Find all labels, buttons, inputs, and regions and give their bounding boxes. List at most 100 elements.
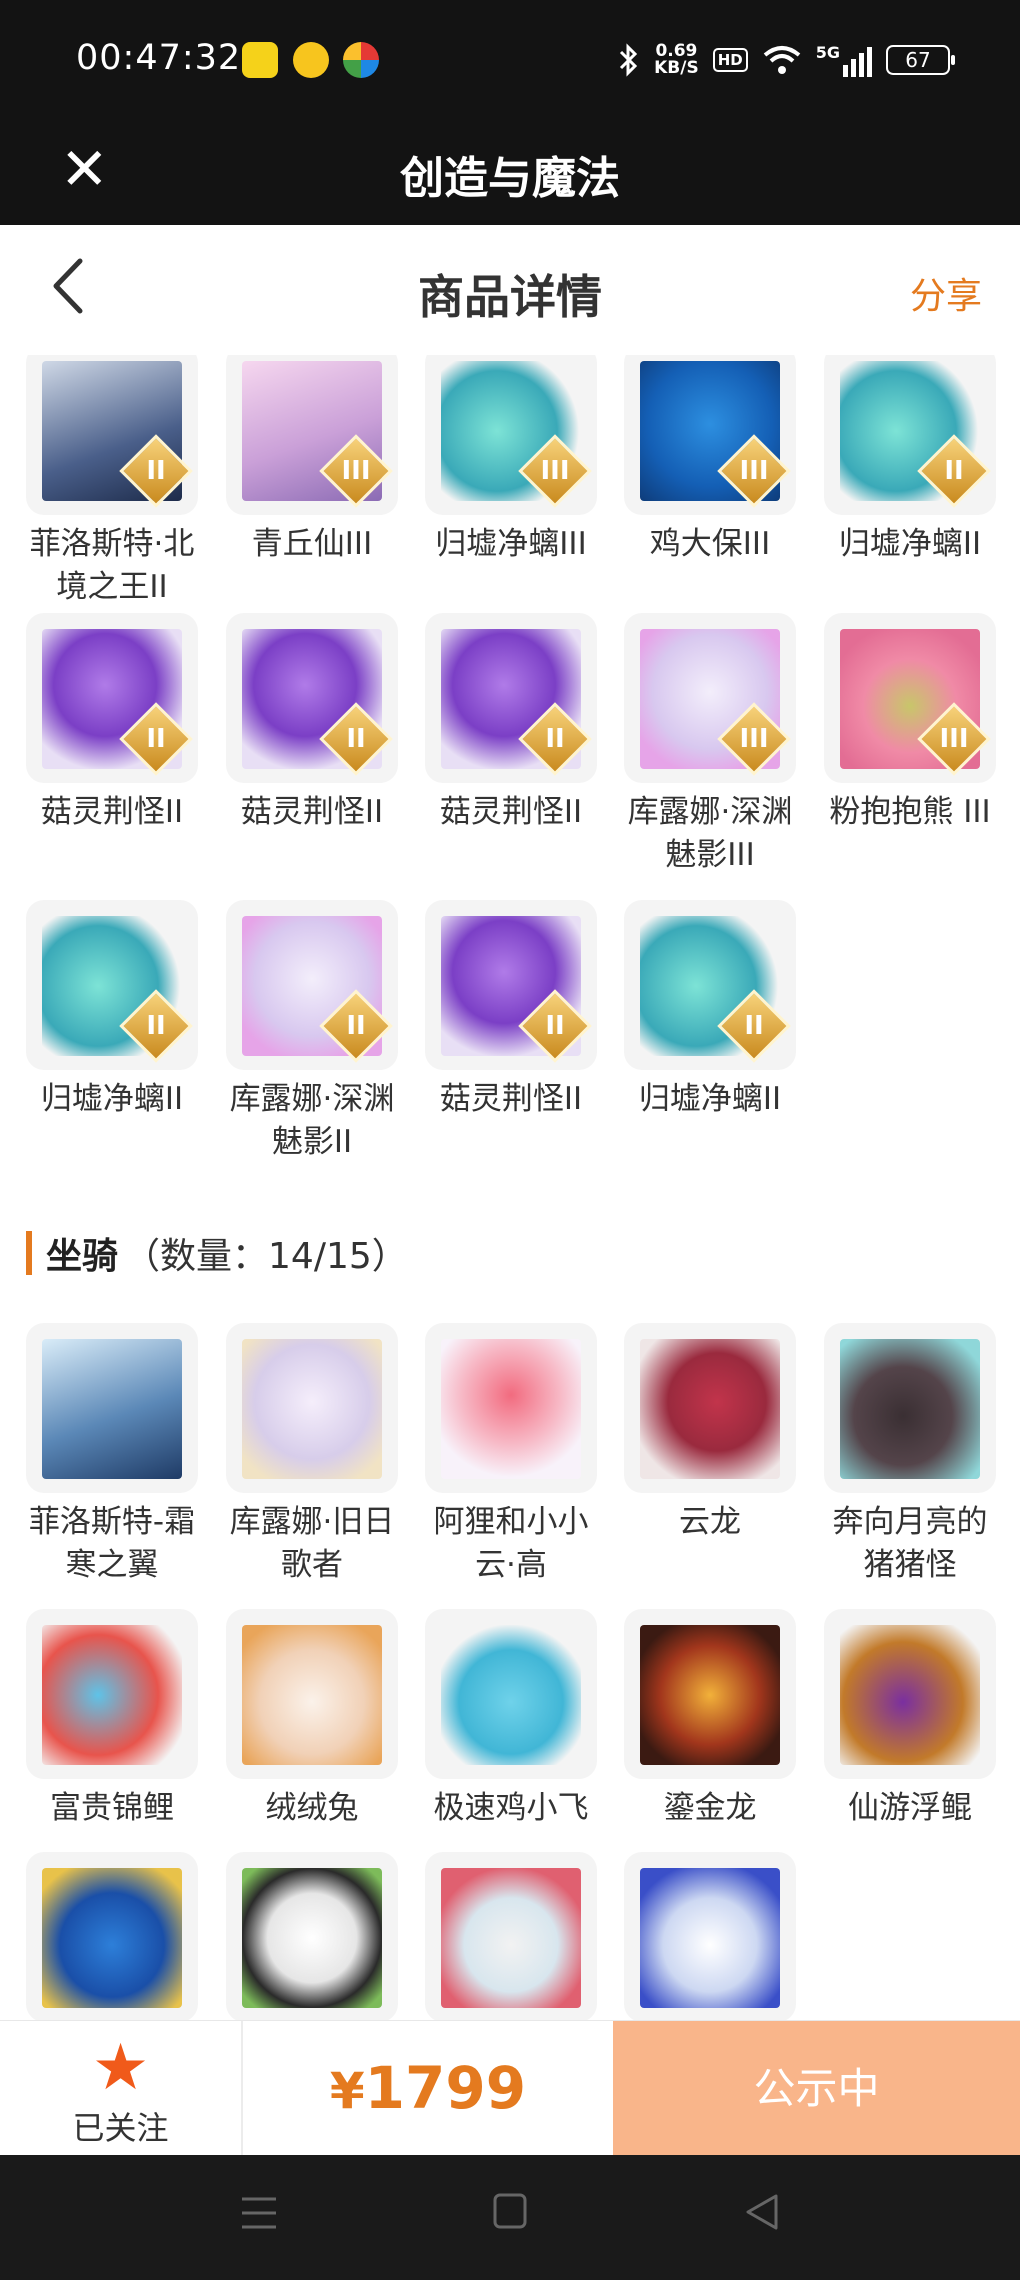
pet-thumbnail: II <box>26 613 198 783</box>
mount-thumbnail <box>226 1609 398 1779</box>
pet-name: 菲洛斯特·北境之王II <box>29 526 195 605</box>
mount-name: 云龙 <box>679 1504 741 1540</box>
pet-item[interactable]: II 归墟净螭II <box>824 355 996 566</box>
item-content: II 菲洛斯特·北境之王II III 青丘仙III III 归墟净螭III III 鸡大… <box>0 355 1020 2020</box>
pet-name: 鸡大保III <box>649 526 771 562</box>
mount-item[interactable] <box>226 1852 398 2020</box>
mount-image <box>441 1339 581 1479</box>
mount-name: 极速鸡小飞 <box>433 1790 589 1826</box>
mount-item[interactable]: 富贵锦鲤 <box>26 1609 198 1830</box>
pet-item[interactable]: II 菇灵荆怪II <box>226 613 398 834</box>
mount-item[interactable]: 仙游浮鲲 <box>824 1609 996 1830</box>
battery-icon: 67 <box>886 45 955 75</box>
mount-name: 奔向月亮的猪猪怪 <box>832 1504 988 1583</box>
mount-name: 菲洛斯特-霜寒之翼 <box>28 1504 196 1583</box>
back-nav-icon[interactable] <box>744 2193 780 2231</box>
mount-image <box>42 1868 182 2008</box>
pet-thumbnail: II <box>226 613 398 783</box>
mount-item[interactable]: 菲洛斯特-霜寒之翼 <box>26 1323 198 1587</box>
star-icon: ★ <box>91 2031 150 2105</box>
mount-image <box>640 1868 780 2008</box>
pet-name: 归墟净螭II <box>40 1081 184 1117</box>
mount-item[interactable] <box>26 1852 198 2020</box>
pet-name: 菇灵荆怪II <box>439 1081 583 1117</box>
home-icon[interactable] <box>493 2193 527 2229</box>
mount-item[interactable]: 库露娜·旧日歌者 <box>226 1323 398 1587</box>
pet-thumbnail: II <box>226 900 398 1070</box>
follow-label: 已关注 <box>72 2109 169 2147</box>
mount-name: 阿狸和小小云·高 <box>433 1504 589 1583</box>
pet-name: 菇灵荆怪II <box>439 794 583 830</box>
section-count: （数量：14/15） <box>124 1236 408 1277</box>
mount-image <box>42 1625 182 1765</box>
pet-item[interactable]: II 归墟净螭II <box>26 900 198 1121</box>
mount-thumbnail <box>425 1323 597 1493</box>
mount-item[interactable]: 绒绒兔 <box>226 1609 398 1830</box>
mount-image <box>441 1868 581 2008</box>
app-title: 创造与魔法 <box>400 153 620 204</box>
mount-name: 仙游浮鲲 <box>848 1790 972 1826</box>
pet-item[interactable]: II 归墟净螭II <box>624 900 796 1121</box>
pet-name: 归墟净螭II <box>838 526 982 562</box>
mount-item[interactable]: 鎏金龙 <box>624 1609 796 1830</box>
mount-name: 鎏金龙 <box>663 1790 757 1826</box>
pet-item[interactable]: III 库露娜·深渊魅影III <box>624 613 796 877</box>
price: ¥1799 <box>243 2021 613 2156</box>
mount-image <box>42 1339 182 1479</box>
mount-image <box>242 1625 382 1765</box>
pet-item[interactable]: II 菇灵荆怪II <box>26 613 198 834</box>
mount-thumbnail <box>624 1609 796 1779</box>
pet-item[interactable]: II 菇灵荆怪II <box>425 900 597 1121</box>
pet-name: 归墟净螭II <box>638 1081 782 1117</box>
pet-item[interactable]: II 菇灵荆怪II <box>425 613 597 834</box>
mount-item[interactable]: 奔向月亮的猪猪怪 <box>824 1323 996 1587</box>
mount-name: 库露娜·旧日歌者 <box>229 1504 395 1583</box>
signal-icon: 5G <box>816 43 872 77</box>
mount-thumbnail <box>226 1323 398 1493</box>
pet-name: 菇灵荆怪II <box>40 794 184 830</box>
mount-image <box>840 1339 980 1479</box>
mount-thumbnail <box>26 1323 198 1493</box>
pet-thumbnail: II <box>624 900 796 1070</box>
mount-thumbnail <box>26 1609 198 1779</box>
pet-item[interactable]: III 青丘仙III <box>226 355 398 566</box>
mount-thumbnail <box>624 1852 796 2020</box>
pet-name: 库露娜·深渊魅影III <box>627 794 793 873</box>
page-title: 商品详情 <box>418 270 602 324</box>
mount-thumbnail <box>425 1852 597 2020</box>
hd-icon: HD <box>712 48 748 72</box>
bluetooth-icon <box>620 43 638 77</box>
mount-item[interactable]: 极速鸡小飞 <box>425 1609 597 1830</box>
notification-app-icon <box>343 42 379 78</box>
pet-item[interactable]: II 库露娜·深渊魅影II <box>226 900 398 1164</box>
mount-thumbnail <box>824 1323 996 1493</box>
mount-thumbnail <box>26 1852 198 2020</box>
pet-name: 青丘仙III <box>251 526 373 562</box>
pet-thumbnail: II <box>425 613 597 783</box>
mount-item[interactable]: 阿狸和小小云·高 <box>425 1323 597 1587</box>
system-nav-bar <box>0 2155 1020 2280</box>
mount-item[interactable] <box>624 1852 796 2020</box>
pet-name: 库露娜·深渊魅影II <box>229 1081 395 1160</box>
pet-item[interactable]: III 粉抱抱熊 III <box>824 613 996 834</box>
pet-thumbnail: III <box>226 355 398 515</box>
pet-item[interactable]: III 鸡大保III <box>624 355 796 566</box>
share-button[interactable]: 分享 <box>910 267 982 319</box>
mount-image <box>441 1625 581 1765</box>
pet-item[interactable]: III 归墟净螭III <box>425 355 597 566</box>
notification-app-icon <box>293 42 329 78</box>
publicity-status-button[interactable]: 公示中 <box>613 2021 1020 2156</box>
mount-image <box>840 1625 980 1765</box>
system-icons: 0.69 KB/S HD 5G 67 <box>618 36 955 84</box>
pet-name: 粉抱抱熊 III <box>829 794 991 830</box>
menu-icon[interactable] <box>240 2195 278 2231</box>
pet-thumbnail: II <box>824 355 996 515</box>
mount-image <box>640 1625 780 1765</box>
pet-thumbnail: II <box>26 900 198 1070</box>
pet-item[interactable]: II 菲洛斯特·北境之王II <box>26 355 198 609</box>
mount-item[interactable]: 云龙 <box>624 1323 796 1544</box>
wifi-icon <box>763 46 801 74</box>
follow-button[interactable]: ★ 已关注 <box>0 2021 243 2156</box>
pet-thumbnail: III <box>425 355 597 515</box>
mount-item[interactable] <box>425 1852 597 2020</box>
